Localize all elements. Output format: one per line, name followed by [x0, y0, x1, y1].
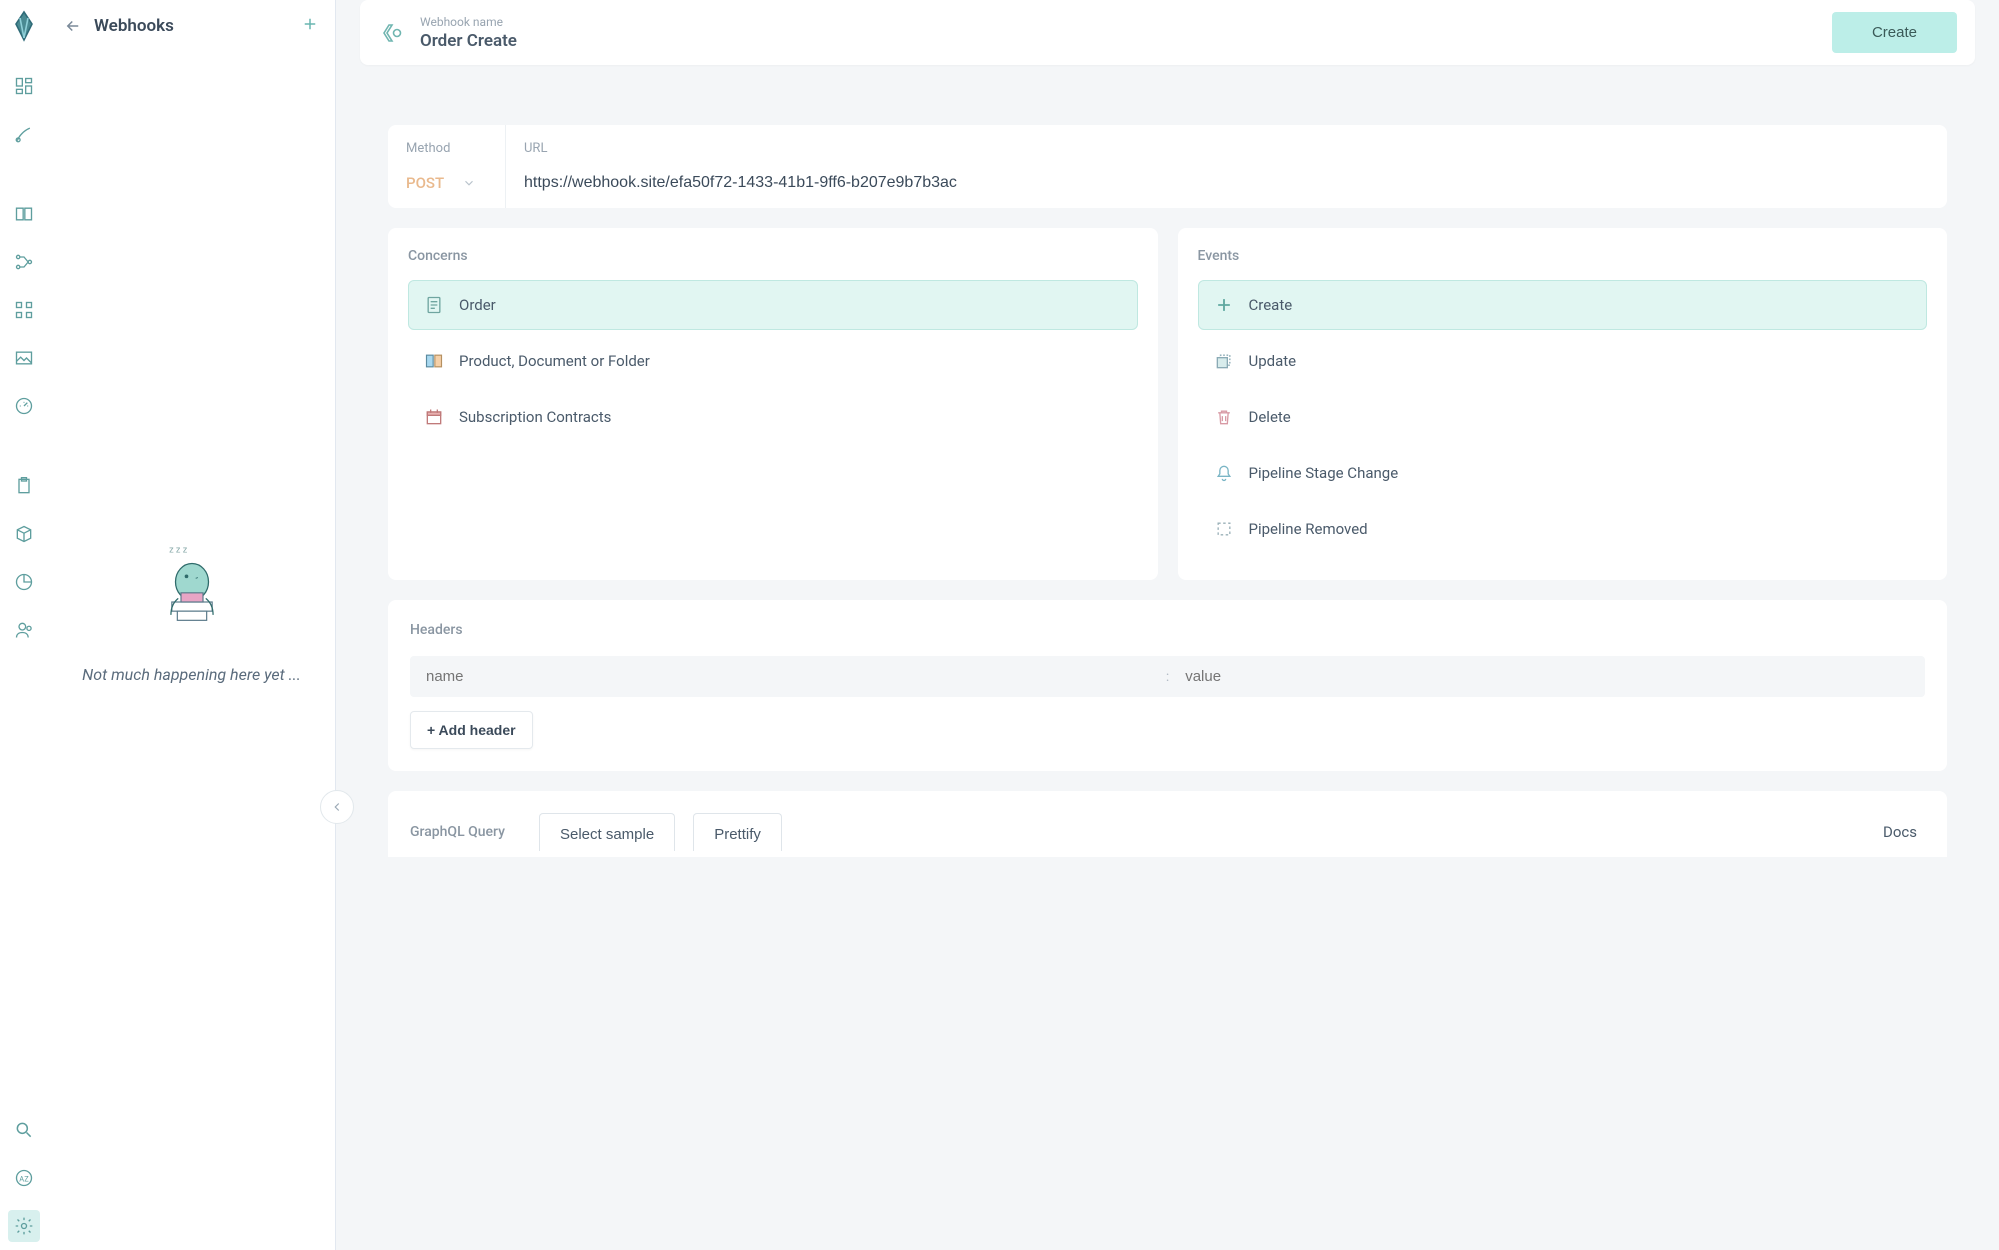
docs-link[interactable]: Docs [1883, 823, 1925, 841]
rail-settings-icon[interactable] [8, 1210, 40, 1242]
rail-cube-icon[interactable] [8, 518, 40, 550]
concern-label: Product, Document or Folder [459, 352, 650, 370]
back-arrow-icon[interactable] [64, 17, 82, 35]
svg-text:AZ: AZ [19, 1174, 29, 1183]
event-option-pipeline-stage[interactable]: Pipeline Stage Change [1198, 448, 1928, 498]
header-name-input[interactable] [426, 668, 1150, 685]
rail-book-icon[interactable] [8, 198, 40, 230]
svg-text:z z z: z z z [169, 546, 188, 556]
prettify-button[interactable]: Prettify [693, 813, 782, 851]
method-box: Method POST [388, 125, 506, 208]
method-select[interactable]: POST [406, 174, 487, 192]
rail-nodes-icon[interactable] [8, 246, 40, 278]
events-title: Events [1198, 248, 1928, 264]
collapse-sidebar-button[interactable] [320, 790, 354, 824]
method-label: Method [406, 141, 487, 156]
concern-option-subscription[interactable]: Subscription Contracts [408, 392, 1138, 442]
webhook-name-label: Webhook name [420, 15, 1832, 29]
webhook-header-card: Webhook name Order Create Create [360, 0, 1975, 65]
empty-message: Not much happening here yet ... [82, 664, 301, 686]
webhook-tag-icon [378, 19, 406, 47]
rail-image-icon[interactable] [8, 342, 40, 374]
rail-search-icon[interactable] [8, 1114, 40, 1146]
event-option-delete[interactable]: Delete [1198, 392, 1928, 442]
add-header-button[interactable]: + Add header [410, 711, 533, 749]
concern-label: Order [459, 296, 496, 314]
app-logo[interactable] [8, 10, 40, 42]
icon-rail: AZ [0, 0, 48, 1250]
event-option-create[interactable]: Create [1198, 280, 1928, 330]
calendar-icon [423, 406, 445, 428]
sidebar-title: Webhooks [94, 16, 289, 36]
rail-brush-icon[interactable] [8, 118, 40, 150]
add-webhook-icon[interactable] [301, 14, 319, 38]
plus-square-icon [1213, 294, 1235, 316]
sidebar-empty-state: z z z Not much happening here yet ... [48, 52, 335, 1250]
event-label: Pipeline Removed [1249, 520, 1368, 538]
event-label: Update [1249, 352, 1297, 370]
concern-option-product[interactable]: Product, Document or Folder [408, 336, 1138, 386]
select-sample-button[interactable]: Select sample [539, 813, 675, 851]
rail-gauge-icon[interactable] [8, 390, 40, 422]
concerns-title: Concerns [408, 248, 1138, 264]
rail-piechart-icon[interactable] [8, 566, 40, 598]
events-card: Events Create Update [1178, 228, 1948, 580]
create-button[interactable]: Create [1832, 12, 1957, 53]
main-content: Webhook name Order Create Create Method … [336, 0, 1999, 1250]
url-label: URL [524, 141, 1929, 156]
chevron-down-icon [462, 176, 476, 190]
graphql-card: GraphQL Query Select sample Prettify Doc… [388, 791, 1947, 857]
book-color-icon [423, 350, 445, 372]
event-label: Pipeline Stage Change [1249, 464, 1399, 482]
order-doc-icon [423, 294, 445, 316]
header-row: : [410, 656, 1925, 697]
event-label: Delete [1249, 408, 1291, 426]
bell-icon [1213, 462, 1235, 484]
webhook-name-value[interactable]: Order Create [420, 31, 1832, 51]
rail-user-icon[interactable] [8, 614, 40, 646]
header-colon: : [1166, 669, 1169, 685]
concern-option-order[interactable]: Order [408, 280, 1138, 330]
update-icon [1213, 350, 1235, 372]
empty-illustration-icon: z z z [137, 536, 247, 646]
event-option-pipeline-removed[interactable]: Pipeline Removed [1198, 504, 1928, 554]
url-box: URL [506, 125, 1947, 208]
rail-apps-icon[interactable] [8, 294, 40, 326]
rail-translate-icon[interactable]: AZ [8, 1162, 40, 1194]
method-value: POST [406, 174, 444, 192]
concerns-card: Concerns Order Product, Document or Fold… [388, 228, 1158, 580]
concern-label: Subscription Contracts [459, 408, 611, 426]
headers-card: Headers : + Add header [388, 600, 1947, 771]
header-value-input[interactable] [1185, 668, 1909, 685]
event-label: Create [1249, 296, 1293, 314]
rail-clipboard-icon[interactable] [8, 470, 40, 502]
url-input[interactable] [524, 174, 1929, 192]
dashed-square-icon [1213, 518, 1235, 540]
sidebar: Webhooks z z z Not much happeni [48, 0, 336, 1250]
headers-title: Headers [410, 622, 1925, 638]
graphql-title: GraphQL Query [410, 824, 505, 840]
trash-icon [1213, 406, 1235, 428]
event-option-update[interactable]: Update [1198, 336, 1928, 386]
rail-grid-icon[interactable] [8, 70, 40, 102]
